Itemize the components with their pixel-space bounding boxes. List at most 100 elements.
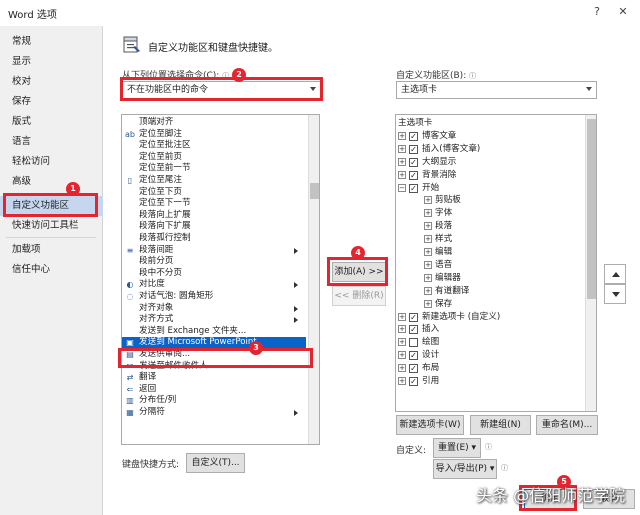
- new-group-button[interactable]: 新建组(N): [470, 415, 531, 435]
- tab-checkbox[interactable]: ✓: [409, 325, 418, 335]
- nav-trust-center[interactable]: 信任中心: [0, 260, 103, 280]
- customize-shortcut-button[interactable]: 自定义(T)...: [186, 453, 245, 473]
- command-item[interactable]: ◐ 对比度: [122, 279, 306, 291]
- ribbon-tab-item[interactable]: + ✓ 插入(博客文章): [398, 143, 584, 156]
- command-item[interactable]: 定位至批注区: [122, 140, 306, 152]
- command-item[interactable]: ab 定位至脚注: [122, 129, 306, 141]
- expand-icon[interactable]: +: [398, 377, 406, 385]
- ribbon-tab-item[interactable]: + ✓ 大纲显示: [398, 156, 584, 169]
- command-item[interactable]: ≡ 段落间距: [122, 245, 306, 257]
- expand-icon[interactable]: +: [424, 235, 432, 244]
- nav-save[interactable]: 保存: [0, 92, 103, 112]
- ribbon-tab-item[interactable]: 主选项卡: [398, 117, 584, 130]
- nav-accessibility[interactable]: 轻松访问: [0, 152, 103, 172]
- expand-icon[interactable]: +: [398, 144, 406, 153]
- expand-icon[interactable]: +: [398, 325, 406, 334]
- remove-button[interactable]: << 删除(R): [332, 286, 386, 306]
- ribbon-tab-item[interactable]: + ✓ 设计: [398, 349, 584, 362]
- tab-checkbox[interactable]: ✓: [409, 312, 418, 322]
- command-item[interactable]: 定位至前一节: [122, 163, 306, 175]
- command-item[interactable]: 段落向下扩展: [122, 221, 306, 233]
- command-item[interactable]: 定位至下一节: [122, 198, 306, 210]
- expand-icon[interactable]: +: [398, 338, 406, 347]
- expand-icon[interactable]: +: [398, 312, 406, 321]
- ribbon-group-item[interactable]: + 保存: [424, 298, 584, 311]
- commands-list[interactable]: 顶端对齐 ab 定位至脚注 定位至批注区 定位至前页 定位至前一节 ▯ 定位至尾注 定位至下页定…: [121, 114, 320, 445]
- ribbon-scroll-thumb[interactable]: [587, 119, 596, 299]
- commands-scrollbar[interactable]: [308, 115, 319, 444]
- ribbon-tabs-dropdown[interactable]: 主选项卡: [396, 81, 597, 99]
- tab-checkbox[interactable]: ✓: [409, 144, 418, 154]
- expand-icon[interactable]: +: [424, 248, 432, 256]
- expand-icon[interactable]: +: [424, 260, 432, 269]
- tab-checkbox[interactable]: ✓: [409, 351, 418, 361]
- commands-scroll-thumb[interactable]: [310, 183, 319, 199]
- expand-icon[interactable]: +: [424, 299, 432, 308]
- ribbon-tab-item[interactable]: + ✓ 插入: [398, 323, 584, 336]
- close-button[interactable]: ✕: [614, 4, 632, 20]
- reset-button[interactable]: 重置(E) ▾: [433, 438, 481, 458]
- ribbon-tab-item[interactable]: + ✓ 新建选项卡 (自定义): [398, 311, 584, 324]
- ribbon-group-item[interactable]: + 段落: [424, 220, 584, 233]
- collapse-icon[interactable]: −: [398, 183, 406, 192]
- expand-icon[interactable]: +: [424, 273, 432, 282]
- move-down-button[interactable]: [604, 284, 626, 304]
- expand-icon[interactable]: +: [398, 351, 406, 360]
- nav-language[interactable]: 语言: [0, 132, 103, 152]
- command-item[interactable]: 段落向上扩展: [122, 210, 306, 222]
- ribbon-scrollbar[interactable]: [585, 115, 596, 411]
- command-item[interactable]: 定位至下页: [122, 187, 306, 199]
- ribbon-group-item[interactable]: + 字体: [424, 207, 584, 220]
- nav-display[interactable]: 显示: [0, 52, 103, 72]
- tab-checkbox[interactable]: [409, 338, 418, 348]
- tab-checkbox[interactable]: ✓: [409, 170, 418, 180]
- expand-icon[interactable]: +: [398, 157, 406, 166]
- ribbon-tab-item[interactable]: + ✓ 背景消除: [398, 169, 584, 182]
- nav-addins[interactable]: 加载项: [0, 240, 103, 260]
- ribbon-group-item[interactable]: + 编辑: [424, 246, 584, 259]
- expand-icon[interactable]: +: [398, 131, 406, 140]
- command-item[interactable]: 发送到 Exchange 文件夹...: [122, 326, 306, 338]
- command-item[interactable]: ⇐ 返回: [122, 384, 306, 396]
- ribbon-group-item[interactable]: + 有道翻译: [424, 285, 584, 298]
- nav-advanced[interactable]: 高级: [0, 172, 103, 192]
- tab-checkbox[interactable]: ✓: [409, 157, 418, 167]
- import-export-button[interactable]: 导入/导出(P) ▾: [433, 459, 497, 479]
- nav-general[interactable]: 常规: [0, 32, 103, 52]
- tab-checkbox[interactable]: ✓: [409, 377, 418, 386]
- ribbon-group-item[interactable]: + 语音: [424, 259, 584, 272]
- nav-quick-access-toolbar[interactable]: 快速访问工具栏: [0, 216, 103, 236]
- nav-layout[interactable]: 版式: [0, 112, 103, 132]
- command-item[interactable]: ◌ 对话气泡: 圆角矩形: [122, 291, 306, 303]
- expand-icon[interactable]: +: [424, 222, 432, 231]
- expand-icon[interactable]: +: [398, 170, 406, 179]
- expand-icon[interactable]: +: [424, 286, 432, 295]
- command-item[interactable]: ▯ 定位至尾注: [122, 175, 306, 187]
- ribbon-tab-item[interactable]: + ✓ 博客文章: [398, 130, 584, 143]
- tab-checkbox[interactable]: ✓: [409, 364, 418, 374]
- tab-checkbox[interactable]: ✓: [409, 131, 418, 141]
- command-item[interactable]: 顶端对齐: [122, 117, 306, 129]
- expand-icon[interactable]: +: [398, 364, 406, 373]
- command-item[interactable]: 段落孤行控制: [122, 233, 306, 245]
- tab-checkbox[interactable]: ✓: [409, 183, 418, 193]
- ribbon-group-item[interactable]: + 编辑器: [424, 272, 584, 285]
- ribbon-tab-item[interactable]: + ✓ 布局: [398, 362, 584, 375]
- command-item[interactable]: ▦ 分隔符: [122, 407, 306, 419]
- rename-button[interactable]: 重命名(M)...: [536, 415, 598, 435]
- ribbon-group-item[interactable]: + 剪贴板: [424, 194, 584, 207]
- ribbon-tab-item[interactable]: + ✓ 引用: [398, 375, 584, 388]
- ribbon-group-item[interactable]: + 样式: [424, 233, 584, 246]
- move-up-button[interactable]: [604, 264, 626, 284]
- ribbon-tree[interactable]: 主选项卡 + ✓ 博客文章 + ✓ 插入(博客文章) + ✓ 大纲显示 + ✓ 背景消除 − ✓ 开始 + 剪贴板…: [395, 114, 597, 412]
- command-item[interactable]: 定位至前页: [122, 152, 306, 164]
- command-item[interactable]: ▥ 分布任/列: [122, 395, 306, 407]
- expand-icon[interactable]: +: [424, 209, 432, 218]
- help-button[interactable]: ?: [588, 4, 606, 20]
- ribbon-tab-item[interactable]: + 绘图: [398, 336, 584, 349]
- nav-proofing[interactable]: 校对: [0, 72, 103, 92]
- command-item[interactable]: 对齐方式: [122, 314, 306, 326]
- command-item[interactable]: 段中不分页: [122, 268, 306, 280]
- new-tab-button[interactable]: 新建选项卡(W): [396, 415, 464, 435]
- ribbon-tab-item[interactable]: − ✓ 开始: [398, 182, 584, 195]
